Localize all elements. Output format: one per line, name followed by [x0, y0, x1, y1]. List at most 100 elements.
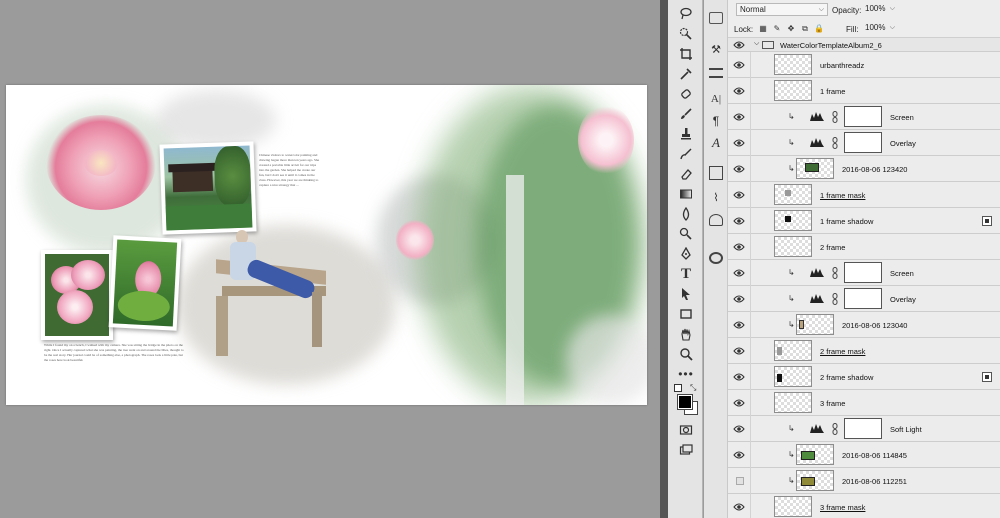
panel-separator[interactable]: [660, 0, 668, 518]
layer-row-mask[interactable]: 3 frame mask: [728, 494, 1000, 518]
opacity-input[interactable]: 100% ⌵: [862, 3, 898, 16]
layer-row-group[interactable]: ⌵ WaterColorTemplateAlbum2_6: [728, 38, 1000, 52]
dodge-icon[interactable]: [675, 224, 697, 244]
visibility-eye-icon[interactable]: [733, 424, 745, 434]
eyedropper-icon[interactable]: [675, 64, 697, 84]
document-canvas[interactable]: Chinese visitors to watercolor painting …: [6, 85, 647, 405]
foreground-color-swatch[interactable]: [677, 394, 693, 410]
quick-mask-icon[interactable]: [675, 420, 697, 440]
visibility-eye-icon[interactable]: [733, 398, 745, 408]
rectangle-icon[interactable]: [675, 304, 697, 324]
layer-row-photo[interactable]: ↳ 2016-08-06 112251: [728, 468, 1000, 494]
visibility-eye-icon[interactable]: [733, 216, 745, 226]
layer-row-adjustment[interactable]: ↳ Screen: [728, 104, 1000, 130]
smart-object-badge-icon: [982, 216, 992, 226]
fill-input[interactable]: 100% ⌵: [862, 22, 898, 35]
chevron-down-icon[interactable]: ⌵: [754, 40, 759, 48]
quick-selection-icon[interactable]: [675, 24, 697, 44]
layer-row-adjustment[interactable]: ↳ Soft Light: [728, 416, 1000, 442]
default-colors-icon[interactable]: [674, 384, 682, 392]
blend-mode-select[interactable]: Normal ⌵: [736, 3, 828, 16]
visibility-eye-icon[interactable]: [733, 112, 745, 122]
layers-panel: ⚒ A| ¶ A ⌇ Normal ⌵ Opacity: 100% ⌵ Lock…: [704, 0, 1000, 518]
layer-row[interactable]: 2 frame: [728, 234, 1000, 260]
visibility-eye-icon[interactable]: [733, 372, 745, 382]
photo-garden-pavilion[interactable]: [159, 141, 257, 235]
libraries-icon[interactable]: [709, 252, 723, 264]
layer-name: 2 frame: [820, 243, 846, 252]
layer-mask-thumbnail[interactable]: [844, 288, 882, 309]
visibility-eye-icon[interactable]: [733, 268, 745, 278]
tool-presets-icon[interactable]: ⚒: [709, 44, 723, 56]
crop-icon[interactable]: [675, 44, 697, 64]
layer-mask-thumbnail[interactable]: [844, 262, 882, 283]
layer-mask-thumbnail[interactable]: [844, 418, 882, 439]
layer-name: 2016-08-06 114845: [842, 451, 907, 460]
lock-artboard-icon[interactable]: ⧉: [800, 24, 810, 34]
visibility-eye-icon[interactable]: [733, 242, 745, 252]
paragraph-icon[interactable]: ¶: [709, 114, 723, 128]
clone-source-icon[interactable]: [709, 166, 723, 180]
path-selection-icon[interactable]: [675, 284, 697, 304]
visibility-eye-icon[interactable]: [733, 450, 745, 460]
brush-icon[interactable]: [675, 104, 697, 124]
trellis-post: [506, 175, 524, 405]
row-divider: [750, 78, 751, 104]
paragraph-styles-icon[interactable]: [709, 12, 723, 24]
layer-mask-thumbnail[interactable]: [844, 132, 882, 153]
visibility-eye-icon[interactable]: [733, 40, 745, 50]
layer-row[interactable]: urbanthreadz: [728, 52, 1000, 78]
visibility-eye-icon[interactable]: [733, 86, 745, 96]
layer-row[interactable]: 3 frame: [728, 390, 1000, 416]
visibility-toggle-off[interactable]: [736, 477, 744, 485]
photo-lotus-bud[interactable]: [108, 235, 182, 331]
lock-image-pixels-icon[interactable]: ✎: [772, 24, 782, 34]
gradient-icon[interactable]: [675, 184, 697, 204]
lock-transparent-pixels-icon[interactable]: ▦: [758, 24, 768, 34]
history-brush-icon[interactable]: [675, 144, 697, 164]
visibility-eye-icon[interactable]: [733, 60, 745, 70]
layer-row-photo[interactable]: ↳ 2016-08-06 123040: [728, 312, 1000, 338]
character-icon[interactable]: A|: [709, 92, 723, 106]
swap-colors-icon[interactable]: ⤡: [690, 383, 696, 393]
paths-icon[interactable]: ⌇: [709, 192, 723, 204]
layer-row-shadow[interactable]: 1 frame shadow: [728, 208, 1000, 234]
layer-row-mask[interactable]: 2 frame mask: [728, 338, 1000, 364]
canvas-area[interactable]: Chinese visitors to watercolor painting …: [0, 0, 660, 518]
layer-row-adjustment[interactable]: ↳ Overlay: [728, 286, 1000, 312]
more-tools-icon[interactable]: •••: [675, 364, 697, 384]
row-divider: [750, 468, 751, 494]
layer-name: urbanthreadz: [820, 61, 865, 70]
channels-icon[interactable]: [709, 214, 723, 226]
glyphs-icon[interactable]: A: [709, 136, 723, 150]
layer-row-photo[interactable]: ↳ 2016-08-06 123420: [728, 156, 1000, 182]
layer-row-shadow[interactable]: 2 frame shadow: [728, 364, 1000, 390]
visibility-eye-icon[interactable]: [733, 294, 745, 304]
visibility-eye-icon[interactable]: [733, 320, 745, 330]
layer-mask-thumbnail[interactable]: [844, 106, 882, 127]
layer-row-adjustment[interactable]: ↳ Overlay: [728, 130, 1000, 156]
layer-row-adjustment[interactable]: ↳ Screen: [728, 260, 1000, 286]
lock-all-icon[interactable]: 🔒: [814, 24, 824, 34]
zoom-icon[interactable]: [675, 344, 697, 364]
blur-icon[interactable]: [675, 204, 697, 224]
visibility-eye-icon[interactable]: [733, 346, 745, 356]
screen-mode-icon[interactable]: [675, 440, 697, 460]
visibility-eye-icon[interactable]: [733, 164, 745, 174]
clone-stamp-icon[interactable]: [675, 124, 697, 144]
layer-row-mask[interactable]: 1 frame mask: [728, 182, 1000, 208]
hand-icon[interactable]: [675, 324, 697, 344]
lock-position-icon[interactable]: ✥: [786, 24, 796, 34]
layer-row[interactable]: 1 frame: [728, 78, 1000, 104]
photo-pink-roses[interactable]: [41, 250, 113, 340]
visibility-eye-icon[interactable]: [733, 190, 745, 200]
type-icon[interactable]: T: [675, 264, 697, 284]
healing-brush-icon[interactable]: [675, 84, 697, 104]
layer-row-photo[interactable]: ↳ 2016-08-06 114845: [728, 442, 1000, 468]
visibility-eye-icon[interactable]: [733, 138, 745, 148]
eraser-icon[interactable]: [675, 164, 697, 184]
adjustments-icon[interactable]: [709, 68, 723, 78]
lasso-icon[interactable]: [675, 4, 697, 24]
pen-icon[interactable]: [675, 244, 697, 264]
visibility-eye-icon[interactable]: [733, 502, 745, 512]
